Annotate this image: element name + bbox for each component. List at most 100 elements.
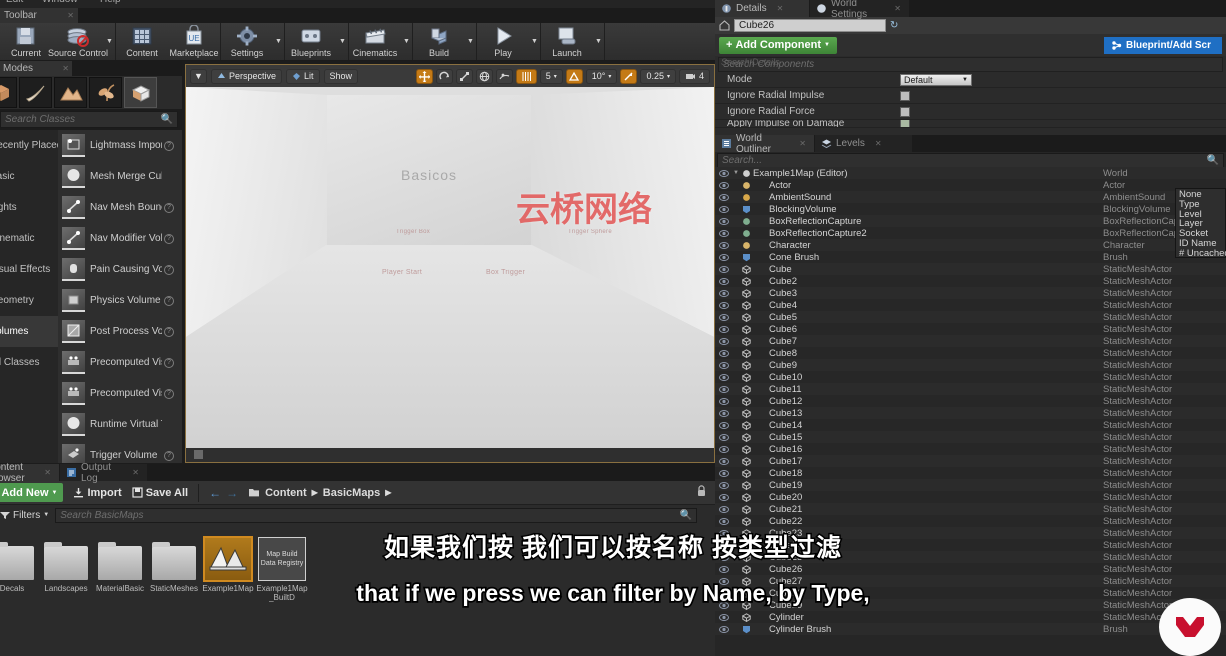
- visibility-eye-icon[interactable]: [715, 337, 733, 345]
- close-icon[interactable]: ✕: [777, 4, 784, 13]
- outliner-row[interactable]: Cylinder Brush Brush: [715, 623, 1226, 635]
- outliner-row[interactable]: Cylinder StaticMeshActor: [715, 611, 1226, 623]
- menu-item-edit[interactable]: Edit: [6, 0, 23, 5]
- filters-button[interactable]: Filters ▼: [0, 510, 49, 521]
- add-new-button[interactable]: + Add New ▼: [0, 483, 64, 502]
- tab-world-settings[interactable]: World Settings ✕: [810, 0, 910, 20]
- outliner-row[interactable]: Cube4 StaticMeshActor: [715, 299, 1226, 311]
- lock-icon[interactable]: [696, 485, 707, 500]
- visibility-eye-icon[interactable]: [715, 241, 733, 249]
- visibility-eye-icon[interactable]: [715, 265, 733, 273]
- navigate-back-button[interactable]: ←: [209, 486, 221, 500]
- camera-speed-button[interactable]: 4: [678, 68, 710, 84]
- outliner-row[interactable]: Cube15 StaticMeshActor: [715, 431, 1226, 443]
- menu-item-help[interactable]: Help: [100, 0, 121, 5]
- close-icon[interactable]: ✕: [44, 468, 51, 477]
- place-item-runtime-virtual-texture-volume[interactable]: Runtime Virtual Text: [58, 409, 182, 440]
- place-item-mesh-merge-culling-volume[interactable]: Mesh Merge Culling: [58, 161, 182, 192]
- place-category-basic[interactable]: Basic: [0, 161, 58, 192]
- mode-paint-button[interactable]: [19, 77, 52, 108]
- details-search-row[interactable]: Search Components Search Details: [715, 56, 1226, 72]
- viewport-scene[interactable]: Basicos Trigger Box Trigger Sphere Playe…: [186, 87, 714, 462]
- toolbar-content-button[interactable]: Content: [116, 23, 168, 60]
- import-button[interactable]: Import: [73, 487, 122, 499]
- help-icon[interactable]: ?: [164, 388, 174, 399]
- outliner-row[interactable]: Cube3 StaticMeshActor: [715, 287, 1226, 299]
- outliner-row[interactable]: Cube8 StaticMeshActor: [715, 347, 1226, 359]
- outliner-row[interactable]: BlockingVolume BlockingVolume: [715, 203, 1226, 215]
- outliner-row[interactable]: Cone Brush Brush: [715, 251, 1226, 263]
- tab-content-browser[interactable]: Content Browser ✕: [0, 462, 60, 484]
- outliner-row[interactable]: Character Character: [715, 239, 1226, 251]
- mode-foliage-button[interactable]: [89, 77, 122, 108]
- place-item-precomputed-visibility-volume[interactable]: Precomputed Vis ?: [58, 378, 182, 409]
- place-category-recently-placed[interactable]: Recently Placed: [0, 130, 58, 161]
- cinematics-chevron-down-icon[interactable]: ▼: [401, 23, 412, 60]
- mode-place-button[interactable]: [0, 77, 17, 108]
- help-icon[interactable]: ?: [164, 326, 174, 337]
- outliner-row[interactable]: Cube18 StaticMeshActor: [715, 467, 1226, 479]
- place-item-pain-causing-volume[interactable]: Pain Causing Vol ?: [58, 254, 182, 285]
- visibility-eye-icon[interactable]: [715, 205, 733, 213]
- apply-impulse-on-damage-checkbox[interactable]: [900, 120, 910, 127]
- blueprint-add-script-button[interactable]: Blueprint/Add Scr: [1104, 36, 1222, 54]
- visibility-eye-icon[interactable]: [715, 421, 733, 429]
- outliner-row[interactable]: AmbientSound AmbientSound: [715, 191, 1226, 203]
- navigate-forward-button[interactable]: →: [226, 486, 238, 500]
- mode-landscape-button[interactable]: [54, 77, 87, 108]
- close-icon[interactable]: ✕: [875, 139, 882, 148]
- visibility-eye-icon[interactable]: [715, 373, 733, 381]
- outliner-row[interactable]: ▼ Example1Map (Editor) World: [715, 167, 1226, 179]
- breadcrumb-item-basicmaps[interactable]: BasicMaps: [323, 487, 380, 499]
- dropdown-option-uncached[interactable]: # Uncached: [1179, 248, 1226, 259]
- close-icon[interactable]: ✕: [67, 11, 74, 20]
- toolbar-cinematics-button[interactable]: Cinematics: [349, 23, 401, 60]
- visibility-eye-icon[interactable]: [715, 493, 733, 501]
- viewport-options-chevron-down-icon[interactable]: ▼: [190, 68, 207, 84]
- tab-world-outliner[interactable]: World Outliner ✕: [715, 133, 815, 155]
- outliner-row[interactable]: Cube19 StaticMeshActor: [715, 479, 1226, 491]
- tab-toolbar[interactable]: Toolbar ✕: [0, 8, 78, 23]
- visibility-eye-icon[interactable]: [715, 505, 733, 513]
- help-icon[interactable]: ?: [164, 140, 174, 151]
- rotation-snap-value-button[interactable]: 10° ▾: [585, 68, 618, 84]
- play-chevron-down-icon[interactable]: ▼: [529, 23, 540, 60]
- menu-bar[interactable]: Edit Window Help: [0, 0, 715, 8]
- viewport-lighting-mode-button[interactable]: Lit: [286, 68, 320, 84]
- translate-gizmo-button[interactable]: [415, 68, 433, 84]
- visibility-eye-icon[interactable]: [715, 253, 733, 261]
- scale-gizmo-button[interactable]: [455, 68, 473, 84]
- outliner-row[interactable]: BoxReflectionCapture BoxReflectionCapture: [715, 215, 1226, 227]
- visibility-eye-icon[interactable]: [715, 217, 733, 225]
- toolbar-marketplace-button[interactable]: UE Marketplace: [168, 23, 220, 60]
- toolbar-build-button[interactable]: Build: [413, 23, 465, 60]
- blueprints-chevron-down-icon[interactable]: ▼: [337, 23, 348, 60]
- place-item-lightmass-importance-volume[interactable]: Lightmass Impor ?: [58, 130, 182, 161]
- actor-name-field[interactable]: Cube26: [734, 19, 886, 32]
- place-category-all-classes[interactable]: All Classes: [0, 347, 58, 378]
- outliner-row[interactable]: BoxReflectionCapture2 BoxReflectionCaptur…: [715, 227, 1226, 239]
- toolbar-play-button[interactable]: Play: [477, 23, 529, 60]
- grid-snap-value-button[interactable]: 5 ▾: [539, 68, 563, 84]
- visibility-eye-icon[interactable]: [715, 181, 733, 189]
- expander-triangle-icon[interactable]: ▼: [733, 170, 740, 176]
- place-actors-item-list[interactable]: Lightmass Impor ? Mesh Merge Culling Nav…: [58, 130, 182, 463]
- help-icon[interactable]: ?: [164, 202, 174, 213]
- scale-snap-value-button[interactable]: 0.25 ▾: [640, 68, 676, 84]
- outliner-row[interactable]: Cube21 StaticMeshActor: [715, 503, 1226, 515]
- outliner-row[interactable]: Cube13 StaticMeshActor: [715, 407, 1226, 419]
- outliner-row[interactable]: Cube16 StaticMeshActor: [715, 443, 1226, 455]
- outliner-row[interactable]: Cube6 StaticMeshActor: [715, 323, 1226, 335]
- build-chevron-down-icon[interactable]: ▼: [465, 23, 476, 60]
- ignore-radial-impulse-checkbox[interactable]: [900, 90, 910, 101]
- place-category-lights[interactable]: Lights: [0, 192, 58, 223]
- add-component-button[interactable]: + Add Component ▼: [719, 36, 837, 54]
- world-space-toggle-button[interactable]: [475, 68, 493, 84]
- visibility-eye-icon[interactable]: [715, 409, 733, 417]
- place-category-visual-effects[interactable]: Visual Effects: [0, 254, 58, 285]
- visibility-eye-icon[interactable]: [715, 457, 733, 465]
- place-category-volumes[interactable]: Volumes: [0, 316, 58, 347]
- place-item-precomputed-visibility-override-volume[interactable]: Precomputed Vis ?: [58, 347, 182, 378]
- tab-output-log[interactable]: Output Log ✕: [60, 462, 148, 484]
- toolbar-source-control-button[interactable]: Source Control: [48, 23, 108, 60]
